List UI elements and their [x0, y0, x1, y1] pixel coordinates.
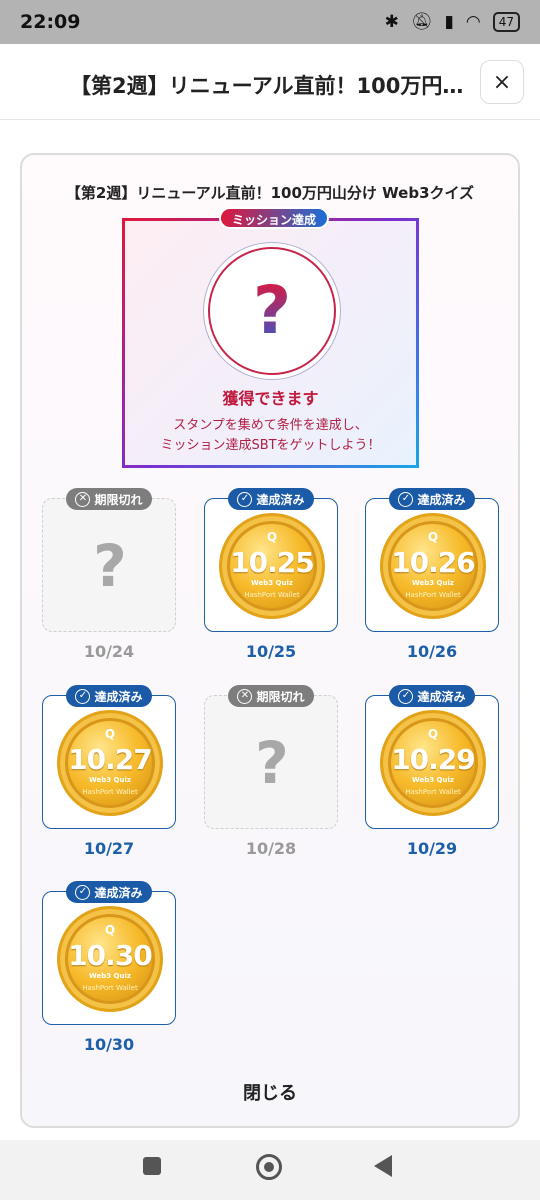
check-circle-icon: ✓: [398, 491, 414, 507]
status-badge-expired: ✕ 期限切れ: [228, 685, 314, 707]
coin-stamp-image: Q 10.30 Web3 Quiz HashPort Wallet: [57, 906, 163, 1012]
stamp-date: 10/27: [83, 839, 135, 858]
battery-icon: 47: [492, 12, 520, 32]
status-badge-label: 期限切れ: [94, 492, 143, 507]
status-badge-completed: ✓ 達成済み: [66, 881, 152, 903]
coin-ring-text: HashPort Wallet: [405, 788, 461, 796]
coin-q-icon: Q: [104, 727, 116, 741]
stamp-tile: ?: [42, 498, 176, 632]
coin-date: 10.25: [230, 546, 315, 579]
status-badge-completed: ✓ 達成済み: [389, 488, 475, 510]
coin-date: 10.30: [68, 939, 153, 972]
coin-q-icon: Q: [427, 530, 439, 544]
status-bar: 22:09 ✱ 🔕︎ ▮ ◠ 47: [0, 0, 540, 44]
mission-desc-line: ミッション達成SBTをゲットしよう！: [160, 438, 381, 453]
stamp-tile: Q 10.27 Web3 Quiz HashPort Wallet: [42, 695, 176, 829]
mute-icon: 🔕︎: [410, 12, 433, 32]
mission-panel: ミッション達成 ? 獲得できます スタンプを集めて条件を達成し、 ミッション達成…: [122, 207, 419, 468]
close-button[interactable]: ×: [480, 60, 524, 104]
check-circle-icon: ✓: [398, 688, 414, 704]
recents-icon[interactable]: [143, 1157, 161, 1175]
question-mark-icon: ?: [252, 272, 292, 349]
status-badge-completed: ✓ 達成済み: [228, 488, 314, 510]
check-circle-icon: ✓: [75, 688, 91, 704]
stamp-tile: Q 10.25 Web3 Quiz HashPort Wallet: [204, 498, 338, 632]
stamp-card: 【第2週】リニューアル直前！100万円山分け Web3クイズ ミッション達成 ?…: [20, 153, 520, 1128]
mission-description: スタンプを集めて条件を達成し、 ミッション達成SBTをゲットしよう！: [125, 416, 416, 456]
coin-stamp-image: Q 10.26 Web3 Quiz HashPort Wallet: [380, 513, 486, 619]
home-icon[interactable]: [256, 1154, 282, 1180]
coin-date: 10.27: [68, 743, 153, 776]
mission-sbt-placeholder: ?: [208, 247, 336, 375]
question-mark-icon: ?: [93, 532, 127, 600]
coin-stamp-image: Q 10.27 Web3 Quiz HashPort Wallet: [57, 710, 163, 816]
status-badge-label: 達成済み: [417, 492, 466, 507]
stamp-date: 10/28: [245, 839, 297, 858]
status-icons: ✱ 🔕︎ ▮ ◠ 47: [385, 12, 520, 32]
status-badge-completed: ✓ 達成済み: [66, 685, 152, 707]
status-badge-label: 達成済み: [94, 689, 143, 704]
bluetooth-icon: ✱: [384, 12, 399, 32]
status-badge-completed: ✓ 達成済み: [389, 685, 475, 707]
android-nav-bar: [0, 1140, 540, 1200]
coin-subtitle: Web3 Quiz: [412, 579, 454, 587]
cross-circle-icon: ✕: [75, 491, 91, 507]
status-badge-expired: ✕ 期限切れ: [66, 488, 152, 510]
coin-ring-text: HashPort Wallet: [82, 984, 138, 992]
coin-ring-text: HashPort Wallet: [405, 591, 461, 599]
status-badge-label: 期限切れ: [256, 689, 305, 704]
cross-circle-icon: ✕: [237, 688, 253, 704]
mission-badge: ミッション達成: [219, 207, 329, 229]
stamp-date: 10/29: [406, 839, 458, 858]
mission-status: 獲得できます: [222, 389, 319, 408]
card-title: 【第2週】リニューアル直前！100万円山分け Web3クイズ: [65, 184, 475, 202]
signal-icon: ▮: [444, 12, 454, 32]
back-icon[interactable]: [374, 1155, 392, 1177]
coin-ring-text: HashPort Wallet: [82, 788, 138, 796]
stamp-tile: Q 10.30 Web3 Quiz HashPort Wallet: [42, 891, 176, 1025]
close-icon: ×: [492, 69, 512, 95]
stamp-tile: ?: [204, 695, 338, 829]
check-circle-icon: ✓: [237, 491, 253, 507]
status-time: 22:09: [20, 11, 81, 33]
stamp-date: 10/26: [406, 642, 458, 661]
stamp-tile: Q 10.29 Web3 Quiz HashPort Wallet: [365, 695, 499, 829]
stamp-date: 10/24: [83, 642, 135, 661]
status-badge-label: 達成済み: [256, 492, 305, 507]
close-text-button[interactable]: 閉じる: [22, 1079, 518, 1105]
check-circle-icon: ✓: [75, 884, 91, 900]
coin-stamp-image: Q 10.29 Web3 Quiz HashPort Wallet: [380, 710, 486, 816]
coin-subtitle: Web3 Quiz: [412, 776, 454, 784]
dialog-header: 【第2週】リニューアル直前！100万円… ×: [0, 44, 540, 120]
coin-q-icon: Q: [266, 530, 278, 544]
stamp-date: 10/25: [245, 642, 297, 661]
coin-stamp-image: Q 10.25 Web3 Quiz HashPort Wallet: [219, 513, 325, 619]
status-badge-label: 達成済み: [417, 689, 466, 704]
stamp-tile: Q 10.26 Web3 Quiz HashPort Wallet: [365, 498, 499, 632]
dialog-title: 【第2週】リニューアル直前！100万円…: [70, 74, 464, 98]
coin-q-icon: Q: [104, 923, 116, 937]
coin-subtitle: Web3 Quiz: [89, 776, 131, 784]
wifi-icon: ◠: [465, 12, 481, 32]
coin-subtitle: Web3 Quiz: [89, 972, 131, 980]
status-badge-label: 達成済み: [94, 885, 143, 900]
question-mark-icon: ?: [255, 729, 289, 797]
coin-ring-text: HashPort Wallet: [244, 591, 300, 599]
coin-date: 10.26: [391, 546, 476, 579]
stamp-date: 10/30: [83, 1035, 135, 1054]
coin-date: 10.29: [391, 743, 476, 776]
mission-desc-line: スタンプを集めて条件を達成し、: [173, 418, 368, 433]
coin-q-icon: Q: [427, 727, 439, 741]
coin-subtitle: Web3 Quiz: [251, 579, 293, 587]
